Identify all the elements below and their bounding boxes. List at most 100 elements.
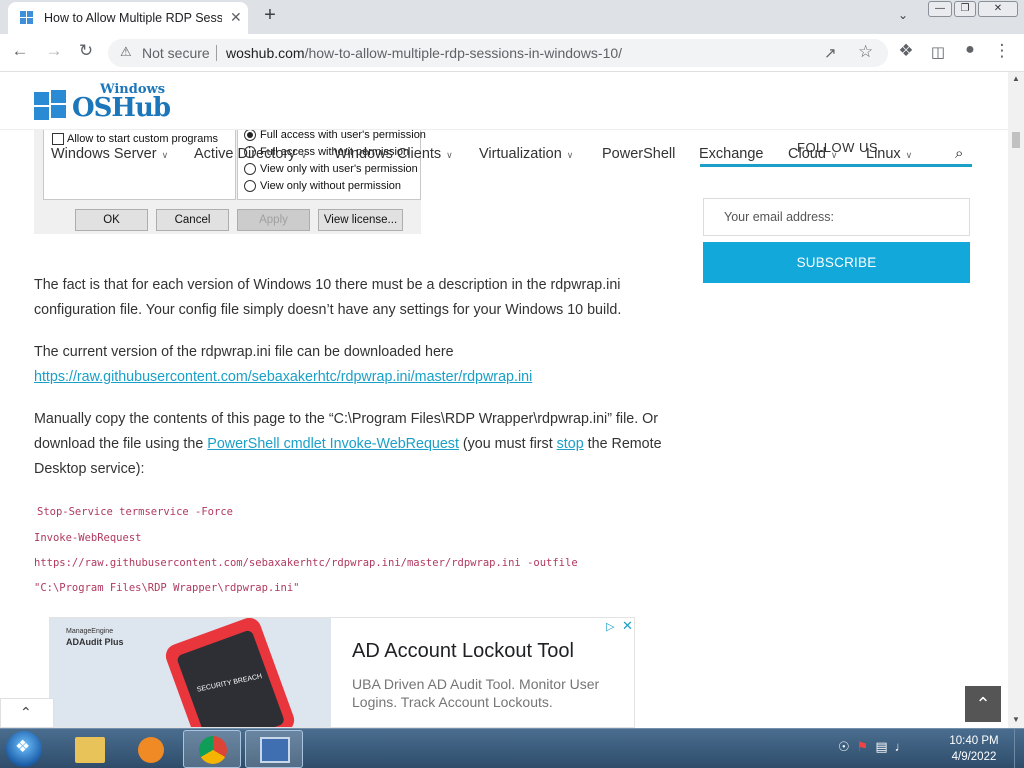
nav-item[interactable]: Windows Clients ∨ bbox=[334, 146, 453, 162]
invoke-webrequest-link[interactable]: PowerShell cmdlet Invoke-WebRequest bbox=[207, 436, 459, 452]
taskbar-explorer[interactable] bbox=[60, 730, 118, 768]
warning-triangle-icon[interactable]: ⚠ bbox=[120, 44, 132, 60]
logo-text-oshub: OSHub bbox=[72, 93, 171, 123]
chrome-icon bbox=[199, 736, 227, 764]
nav-item-label: Active Directory bbox=[194, 146, 296, 162]
url-host: woshub.com bbox=[226, 45, 305, 61]
dialog-license-button: View license... bbox=[318, 209, 403, 231]
nav-item[interactable]: Cloud ∨ bbox=[788, 146, 837, 162]
new-tab-button[interactable]: + bbox=[260, 4, 280, 27]
url-path: /how-to-allow-multiple-rdp-sessions-in-w… bbox=[304, 45, 623, 61]
phone-screen: SECURITY BREACH bbox=[175, 629, 286, 727]
ad-image[interactable]: ManageEngine ADAudit Plus SECURITY BREAC… bbox=[50, 618, 331, 727]
back-arrow-icon[interactable]: ← bbox=[8, 41, 32, 61]
security-breach-text: SECURITY BREACH bbox=[196, 673, 263, 694]
address-bar[interactable]: ⚠ Not secure woshub.com/how-to-allow-mul… bbox=[108, 39, 888, 67]
windows-logo-icon bbox=[34, 90, 68, 120]
network-globe-icon[interactable]: ☉ bbox=[838, 739, 850, 754]
extensions-puzzle-icon[interactable]: ❖ bbox=[894, 41, 918, 61]
radio-label: Full access with user's permission bbox=[260, 129, 426, 141]
nav-item[interactable]: Windows Server ∨ bbox=[51, 146, 168, 162]
bookmark-star-icon[interactable]: ☆ bbox=[858, 42, 873, 62]
radio-option bbox=[244, 129, 256, 141]
tab-close-icon[interactable]: ✕ bbox=[230, 9, 242, 26]
ad-banner[interactable]: ManageEngine ADAudit Plus SECURITY BREAC… bbox=[49, 617, 635, 728]
scroll-up-arrow-icon[interactable]: ▲ bbox=[1012, 74, 1020, 83]
taskbar-clock[interactable]: 10:40 PM 4/9/2022 bbox=[938, 733, 1010, 765]
nav-item-label: Windows Clients bbox=[334, 146, 442, 162]
scroll-down-arrow-icon[interactable]: ▼ bbox=[1012, 715, 1020, 724]
chevron-down-icon: ∨ bbox=[566, 150, 574, 160]
minimize-button[interactable]: — bbox=[928, 1, 952, 17]
start-button[interactable]: ❖ bbox=[6, 731, 42, 767]
radio-option bbox=[244, 180, 256, 192]
volume-icon[interactable]: ♩ bbox=[895, 739, 908, 754]
tab-search-chevron-icon[interactable]: ⌄ bbox=[898, 8, 908, 22]
nav-item[interactable]: PowerShell bbox=[602, 146, 675, 162]
nav-item-label: Virtualization bbox=[479, 146, 562, 162]
nav-item-label: Exchange bbox=[699, 146, 764, 162]
maximize-button[interactable]: ❐ bbox=[954, 1, 976, 17]
action-center-flag-icon[interactable]: ⚑ bbox=[857, 739, 869, 754]
remote-desktop-icon bbox=[260, 737, 290, 763]
ad-choices-icon[interactable]: ▷ bbox=[606, 620, 614, 633]
reload-icon[interactable]: ↻ bbox=[74, 41, 98, 61]
stop-service-link[interactable]: stop bbox=[557, 436, 584, 452]
dialog-cancel-button: Cancel bbox=[156, 209, 229, 231]
email-input[interactable]: Your email address: bbox=[703, 198, 970, 236]
network-icon[interactable]: ▤ bbox=[875, 739, 887, 754]
show-desktop-button[interactable] bbox=[1014, 729, 1024, 768]
system-tray: ☉ ⚑ ▤ ♩ bbox=[838, 739, 915, 755]
radio-label: View only without permission bbox=[260, 180, 402, 192]
paragraph-text: The current version of the rdpwrap.ini f… bbox=[34, 344, 454, 360]
subscribe-button[interactable]: SUBSCRIBE bbox=[703, 242, 970, 283]
taskbar-chrome[interactable] bbox=[183, 730, 241, 768]
phone-illustration: SECURITY BREACH bbox=[162, 618, 298, 727]
chevron-down-icon: ∨ bbox=[830, 150, 838, 160]
code-line: Stop-Service termservice -Force bbox=[37, 506, 233, 518]
taskbar-remote-desktop[interactable] bbox=[245, 730, 303, 768]
nav-item[interactable]: Active Directory ∨ bbox=[194, 146, 307, 162]
nav-item[interactable]: Linux ∨ bbox=[866, 146, 912, 162]
browser-toolbar: ← → ↻ ⚠ Not secure woshub.com/how-to-all… bbox=[0, 34, 1024, 72]
nav-item-label: Cloud bbox=[788, 146, 826, 162]
browser-tab-strip: How to Allow Multiple RDP Sessions in Wi… bbox=[0, 0, 1024, 34]
rdpwrap-ini-link[interactable]: https://raw.githubusercontent.com/sebaxa… bbox=[34, 369, 532, 385]
ad-title[interactable]: AD Account Lockout Tool bbox=[352, 640, 574, 663]
search-icon[interactable]: ⌕ bbox=[955, 145, 963, 162]
forward-arrow-icon[interactable]: → bbox=[42, 41, 66, 61]
profile-avatar-icon[interactable]: ● bbox=[958, 41, 982, 59]
clock-time: 10:40 PM bbox=[949, 735, 999, 747]
dialog-ok-button: OK bbox=[75, 209, 148, 231]
chrome-menu-icon[interactable]: ⋮ bbox=[990, 41, 1014, 61]
scroll-to-top-button[interactable]: ⌃ bbox=[965, 686, 1001, 722]
folder-icon bbox=[75, 737, 105, 763]
security-status[interactable]: Not secure bbox=[142, 45, 210, 61]
side-panel-icon[interactable]: ◫ bbox=[926, 43, 950, 61]
address-divider bbox=[216, 45, 217, 61]
share-icon[interactable]: ↗ bbox=[824, 44, 837, 62]
custom-programs-label: Allow to start custom programs bbox=[67, 133, 218, 145]
article-paragraph: Manually copy the contents of this page … bbox=[34, 407, 664, 482]
ad-close-icon[interactable]: ✕ bbox=[622, 618, 633, 634]
nav-item[interactable]: Exchange bbox=[699, 146, 764, 162]
site-logo[interactable]: Windows OSHub bbox=[34, 82, 174, 123]
scrollbar-thumb[interactable] bbox=[1012, 132, 1020, 148]
url-text[interactable]: woshub.com/how-to-allow-multiple-rdp-ses… bbox=[226, 45, 622, 61]
nav-item-label: Linux bbox=[866, 146, 901, 162]
windows-logo-icon: ❖ bbox=[15, 737, 31, 756]
collapse-ad-button[interactable]: ⌃ bbox=[0, 698, 54, 728]
taskbar-media-player[interactable] bbox=[121, 730, 179, 768]
windows-taskbar: ❖ ☉ ⚑ ▤ ♩ 10:40 PM 4/9/2022 bbox=[0, 728, 1024, 768]
ad-description: UBA Driven AD Audit Tool. Monitor User L… bbox=[352, 676, 600, 710]
chevron-down-icon: ∨ bbox=[446, 150, 453, 160]
browser-tab[interactable]: How to Allow Multiple RDP Sessions in Wi… bbox=[8, 2, 248, 34]
close-window-button[interactable]: ✕ bbox=[978, 1, 1018, 17]
chevron-up-icon: ⌃ bbox=[20, 704, 32, 720]
ad-brand: ManageEngine bbox=[66, 628, 114, 635]
page-scrollbar[interactable]: ▲ ▼ bbox=[1008, 72, 1024, 728]
tab-title: How to Allow Multiple RDP Sessions in Wi… bbox=[44, 11, 222, 25]
page-viewport: Windows OSHub Allow to start custom prog… bbox=[0, 72, 1008, 728]
nav-item-label: PowerShell bbox=[602, 146, 676, 162]
nav-item[interactable]: Virtualization ∨ bbox=[479, 146, 573, 162]
